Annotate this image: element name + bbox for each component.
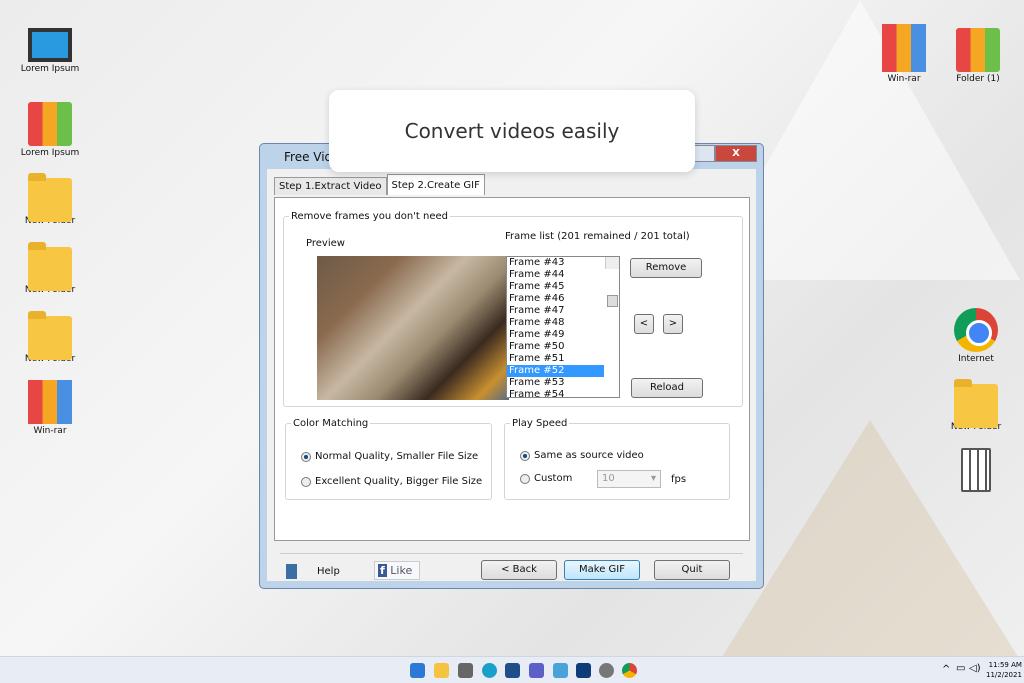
radio-label: Custom (534, 473, 573, 484)
folder-icon (28, 311, 72, 360)
books-icon (956, 28, 1000, 72)
group-label: Remove frames you don't need (291, 211, 448, 222)
play-speed-group: Play Speed Same as source video Custom 1… (504, 418, 730, 500)
help-icon[interactable] (286, 564, 297, 579)
app-icon[interactable] (576, 663, 591, 678)
desktop-icon-books[interactable]: Lorem Ipsum (12, 102, 88, 158)
folder-icon (954, 379, 998, 428)
desktop-icon-computer[interactable]: Lorem Ipsum (12, 28, 88, 74)
desktop-icon-recycle-bin[interactable] (938, 448, 1014, 494)
clock[interactable]: 11:59 AM 11/2/2021 (986, 660, 1022, 680)
icon-label: Internet (958, 354, 994, 364)
camera-icon[interactable] (458, 663, 473, 678)
desktop-icon-winrar[interactable]: Win-rar (12, 380, 88, 436)
color-matching-group: Color Matching Normal Quality, Smaller F… (285, 418, 492, 500)
chrome-icon[interactable] (622, 663, 637, 678)
remove-button[interactable]: Remove (630, 258, 702, 278)
icon-label: Lorem Ipsum (20, 64, 80, 74)
desktop-icon-folder[interactable]: New Folder (12, 308, 88, 364)
store-icon[interactable] (505, 663, 520, 678)
group-label: Play Speed (512, 418, 568, 429)
make-gif-button[interactable]: Make GIF (564, 560, 640, 580)
winrar-icon (28, 380, 72, 424)
promo-banner: Convert videos easily (329, 90, 695, 172)
close-button[interactable]: X (715, 145, 757, 162)
reload-button[interactable]: Reload (631, 378, 703, 398)
window-title: Free Vid (284, 149, 333, 164)
app-window: Free Vid X Step 1.Extract Video Step 2.C… (259, 143, 764, 589)
list-item[interactable]: Frame #47 (507, 305, 619, 317)
list-item-selected[interactable]: Frame #52 (507, 365, 604, 377)
desktop-icon-books[interactable]: Folder (1) (940, 28, 1016, 84)
desktop-icon-folder[interactable]: New Folder (938, 376, 1014, 432)
icon-label: Folder (1) (956, 74, 1000, 84)
date: 11/2/2021 (986, 671, 1022, 679)
volume-icon[interactable]: ◁) (969, 663, 981, 674)
books-icon (28, 102, 72, 146)
folder-icon (28, 173, 72, 222)
tab-extract-video[interactable]: Step 1.Extract Video (274, 177, 387, 195)
radio-label: Normal Quality, Smaller File Size (315, 451, 479, 462)
help-link[interactable]: Help (317, 566, 340, 577)
normal-quality-radio[interactable]: Normal Quality, Smaller File Size (301, 451, 478, 462)
quit-button[interactable]: Quit (654, 560, 730, 580)
desktop-icon-internet[interactable]: Internet (938, 308, 1014, 364)
icon-label: Win-rar (33, 426, 67, 436)
like-label: Like (390, 564, 413, 577)
frame-list-label: Frame list (201 remained / 201 total) (505, 231, 690, 242)
icon-label: Lorem Ipsum (20, 148, 80, 158)
prev-frame-button[interactable]: < (634, 314, 654, 334)
next-frame-button[interactable]: > (663, 314, 683, 334)
fps-select[interactable]: 10 ▾ (597, 470, 661, 488)
preview-label: Preview (306, 238, 345, 249)
edge-icon[interactable] (482, 663, 497, 678)
list-item[interactable]: Frame #44 (507, 269, 619, 281)
folder-icon (28, 242, 72, 291)
network-icon[interactable]: ▭ (956, 663, 965, 674)
create-gif-page: Remove frames you don't need Preview Fra… (274, 197, 750, 541)
list-item[interactable]: Frame #51 (507, 353, 619, 365)
winrar-icon (882, 24, 926, 72)
list-item[interactable]: Frame #48 (507, 317, 619, 329)
teams-icon[interactable] (529, 663, 544, 678)
taskbar: ^ ▭ ◁) 11:59 AM 11/2/2021 (0, 656, 1024, 683)
list-item[interactable]: Frame #53 (507, 377, 619, 389)
file-explorer-icon[interactable] (434, 663, 449, 678)
desktop-icon-folder[interactable]: New Folder (12, 170, 88, 226)
computer-icon (28, 28, 72, 62)
list-item[interactable]: Frame #46 (507, 293, 619, 305)
frame-list[interactable]: Frame #43 Frame #44 Frame #45 Frame #46 … (506, 256, 620, 398)
facebook-icon: f (378, 564, 387, 577)
recycle-bin-icon (961, 448, 991, 492)
list-item[interactable]: Frame #43 (507, 257, 619, 269)
scrollbar[interactable] (605, 257, 619, 307)
list-item[interactable]: Frame #54 (507, 389, 619, 397)
desktop-icon-winrar[interactable]: Win-rar (866, 24, 942, 84)
custom-speed-radio[interactable]: Custom (520, 473, 572, 484)
icon-label: Win-rar (887, 74, 921, 84)
fps-label: fps (671, 474, 687, 485)
tray-chevron-icon[interactable]: ^ (942, 664, 950, 675)
desktop-icon-folder[interactable]: New Folder (12, 239, 88, 295)
radio-label: Same as source video (534, 450, 644, 461)
radio-label: Excellent Quality, Bigger File Size (315, 476, 483, 487)
chevron-down-icon: ▾ (650, 473, 656, 484)
tab-create-gif[interactable]: Step 2.Create GIF (386, 174, 485, 195)
group-label: Color Matching (293, 418, 369, 429)
facebook-like-button[interactable]: f Like (374, 561, 420, 580)
chrome-icon (954, 308, 998, 352)
list-item[interactable]: Frame #49 (507, 329, 619, 341)
start-icon[interactable] (410, 663, 425, 678)
back-button[interactable]: < Back (481, 560, 557, 580)
list-item[interactable]: Frame #45 (507, 281, 619, 293)
remove-frames-group: Remove frames you don't need Preview Fra… (283, 211, 743, 407)
paint-icon[interactable] (553, 663, 568, 678)
time: 11:59 AM (988, 661, 1022, 669)
same-as-source-radio[interactable]: Same as source video (520, 450, 644, 461)
fps-value: 10 (602, 473, 615, 484)
preview-image (317, 256, 509, 400)
excellent-quality-radio[interactable]: Excellent Quality, Bigger File Size (301, 476, 482, 487)
list-item[interactable]: Frame #50 (507, 341, 619, 353)
settings-icon[interactable] (599, 663, 614, 678)
